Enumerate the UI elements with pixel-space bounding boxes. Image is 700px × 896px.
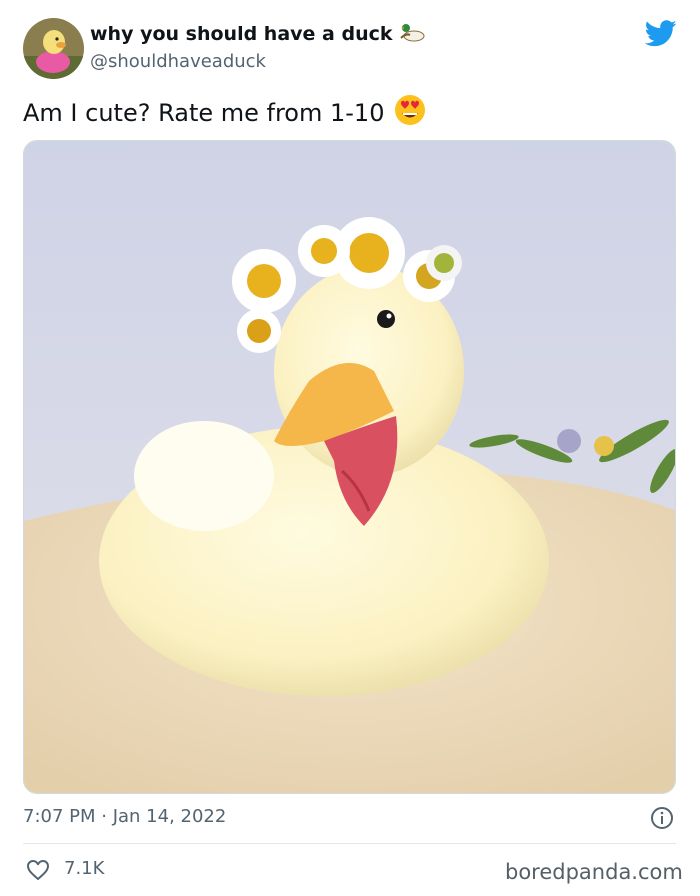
tweet-photo[interactable] — [23, 140, 676, 794]
avatar[interactable] — [23, 18, 84, 79]
info-icon[interactable] — [650, 806, 674, 830]
tweet-text: Am I cute? Rate me from 1-10 — [23, 99, 385, 127]
twitter-bird-icon — [644, 20, 677, 47]
duck-emoji-icon — [399, 22, 425, 46]
timestamp[interactable]: 7:07 PM · Jan 14, 2022 — [23, 806, 226, 827]
like-count: 7.1K — [64, 858, 105, 879]
display-name[interactable]: why you should have a duck — [90, 23, 393, 45]
divider — [23, 843, 676, 844]
handle[interactable]: @shouldhaveaduck — [90, 51, 266, 72]
watermark: boredpanda.com — [505, 860, 683, 884]
author-name-row: why you should have a duck — [90, 22, 425, 46]
heart-eyes-emoji-icon — [394, 94, 426, 132]
heart-icon[interactable] — [26, 859, 50, 881]
duckling-photo — [24, 141, 675, 793]
tweet-text-row: Am I cute? Rate me from 1-10 — [23, 94, 426, 132]
